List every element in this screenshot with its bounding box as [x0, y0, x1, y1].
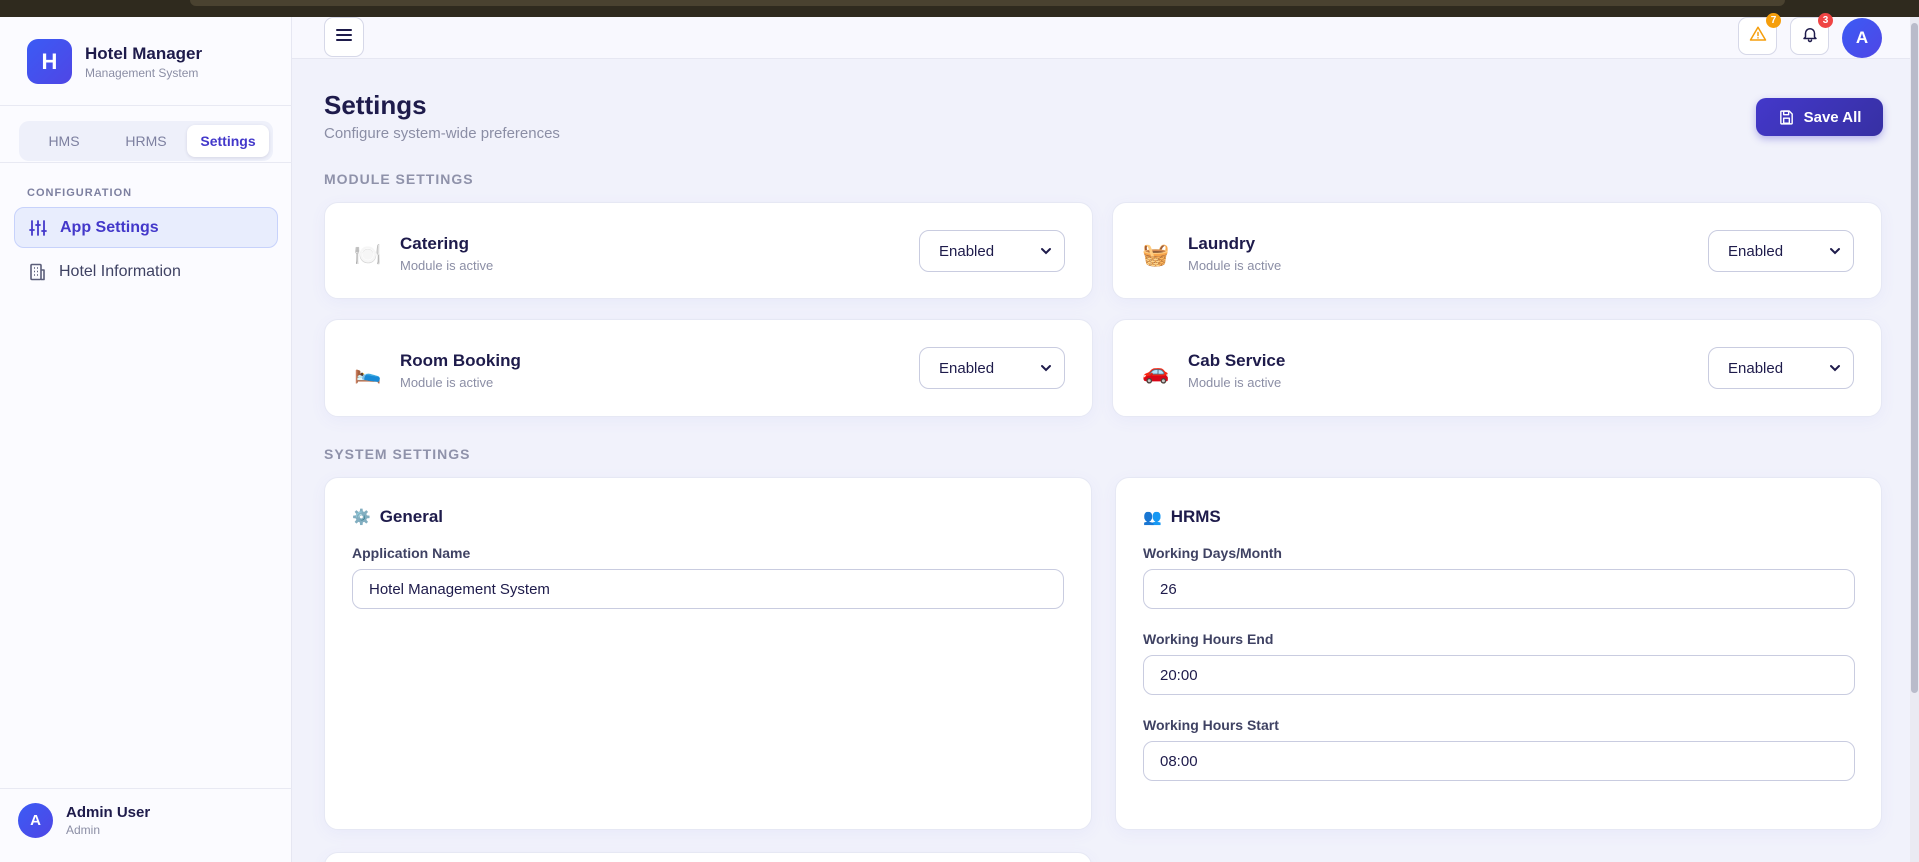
tab-hrms[interactable]: HRMS [105, 125, 187, 157]
system-settings-heading: SYSTEM SETTINGS [324, 446, 471, 462]
alerts-badge: 7 [1766, 13, 1781, 28]
laundry-basket-icon: 🧺 [1142, 242, 1170, 267]
next-settings-card [324, 852, 1092, 862]
sidebar-item-app-settings[interactable]: App Settings [14, 207, 278, 248]
chevron-down-icon [1038, 243, 1054, 263]
building-icon [27, 262, 47, 282]
page-scrollbar[interactable] [1910, 17, 1919, 862]
tab-settings[interactable]: Settings [187, 125, 269, 157]
bell-icon [1801, 25, 1819, 48]
gear-icon: ⚙️ [352, 509, 371, 526]
sidebar-section-label: CONFIGURATION [27, 187, 133, 199]
select-value: Enabled [1728, 359, 1784, 377]
car-icon: 🚗 [1142, 359, 1170, 384]
brand-subtitle: Management System [85, 65, 199, 80]
hrms-settings-card: 👥 HRMS Working Days/Month 26 Working Hou… [1115, 477, 1882, 830]
module-card-room-booking: 🛌 Room Booking Module is active Enabled [324, 319, 1093, 417]
catering-icon: 🍽️ [354, 242, 382, 267]
application-name-input[interactable]: Hotel Management System [352, 569, 1064, 609]
top-window-strip [0, 0, 1919, 17]
brand-logo: H [27, 39, 72, 84]
menu-toggle-button[interactable] [324, 17, 364, 57]
page-title: Settings [324, 90, 427, 120]
laundry-status-select[interactable]: Enabled [1708, 230, 1854, 272]
notifications-button[interactable]: 3 [1790, 13, 1833, 55]
module-name: Room Booking [400, 351, 521, 370]
working-hours-start-label: Working Hours Start [1143, 717, 1279, 733]
tab-hms[interactable]: HMS [23, 125, 105, 157]
module-name: Catering [400, 234, 469, 253]
select-value: Enabled [939, 242, 995, 260]
catering-status-select[interactable]: Enabled [919, 230, 1065, 272]
save-icon [1778, 109, 1795, 126]
hamburger-icon [335, 27, 353, 48]
user-profile: A Admin User Admin [18, 803, 150, 838]
cab-service-status-select[interactable]: Enabled [1708, 347, 1854, 389]
divider [0, 162, 292, 163]
application-name-label: Application Name [352, 545, 471, 561]
people-icon: 👥 [1143, 509, 1162, 526]
module-card-laundry: 🧺 Laundry Module is active Enabled [1112, 202, 1882, 299]
hrms-card-title: 👥 HRMS [1143, 507, 1221, 527]
card-title-text: HRMS [1170, 507, 1221, 526]
bed-icon: 🛌 [354, 359, 382, 384]
save-all-label: Save All [1803, 108, 1862, 126]
module-status: Module is active [1188, 258, 1282, 273]
module-settings-heading: MODULE SETTINGS [324, 171, 474, 187]
module-card-catering: 🍽️ Catering Module is active Enabled [324, 202, 1093, 299]
chevron-down-icon [1827, 243, 1843, 263]
sidebar: H Hotel Manager Management System HMS HR… [0, 17, 292, 862]
module-status: Module is active [1188, 375, 1282, 390]
notifications-badge: 3 [1818, 13, 1833, 28]
module-name: Cab Service [1188, 351, 1286, 370]
user-name: Admin User [66, 804, 151, 821]
brand-title: Hotel Manager [85, 43, 203, 63]
user-role: Admin [66, 823, 101, 837]
chevron-down-icon [1038, 360, 1054, 380]
brand: H Hotel Manager Management System [27, 39, 202, 84]
general-card-title: ⚙️ General [352, 507, 443, 527]
working-hours-start-input[interactable]: 08:00 [1143, 741, 1855, 781]
avatar: A [18, 803, 53, 838]
sidebar-item-label: Hotel Information [59, 262, 181, 280]
page-subtitle: Configure system-wide preferences [324, 125, 560, 142]
working-days-label: Working Days/Month [1143, 545, 1282, 561]
working-hours-end-label: Working Hours End [1143, 631, 1274, 647]
user-avatar-button[interactable]: A [1842, 18, 1882, 58]
sidebar-item-hotel-information[interactable]: Hotel Information [14, 251, 278, 292]
topbar: 7 3 A [292, 13, 1919, 59]
card-title-text: General [379, 507, 443, 526]
chevron-down-icon [1827, 360, 1843, 380]
warning-icon [1749, 25, 1767, 48]
module-status: Module is active [400, 375, 494, 390]
module-name: Laundry [1188, 234, 1256, 253]
module-switcher: HMS HRMS Settings [19, 121, 273, 161]
select-value: Enabled [939, 359, 995, 377]
room-booking-status-select[interactable]: Enabled [919, 347, 1065, 389]
alerts-button[interactable]: 7 [1738, 13, 1781, 55]
working-days-input[interactable]: 26 [1143, 569, 1855, 609]
module-status: Module is active [400, 258, 494, 273]
module-card-cab-service: 🚗 Cab Service Module is active Enabled [1112, 319, 1882, 417]
divider [0, 105, 292, 106]
divider [0, 788, 292, 789]
general-settings-card: ⚙️ General Application Name Hotel Manage… [324, 477, 1092, 830]
select-value: Enabled [1728, 242, 1784, 260]
save-all-button[interactable]: Save All [1756, 98, 1883, 136]
working-hours-end-input[interactable]: 20:00 [1143, 655, 1855, 695]
sliders-icon [28, 218, 48, 238]
sidebar-item-label: App Settings [60, 218, 159, 236]
